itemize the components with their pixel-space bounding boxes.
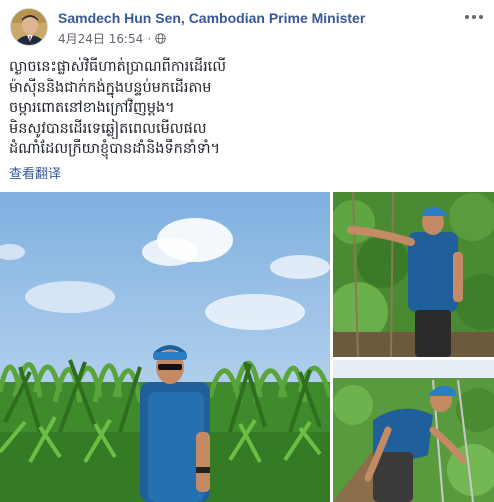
more-options-icon[interactable] bbox=[462, 8, 486, 26]
post-text: ល្ងាចនេះផ្លាស់វិធីហាត់ប្រាណពីការដើរលើ ម៉… bbox=[9, 57, 479, 160]
meta-separator: · bbox=[147, 31, 152, 46]
post-text-line: ដំណាំដែលក្រឹយាខ្ញុំបានដាំនិងទឹកនាំទាំ។ bbox=[9, 141, 221, 157]
post-text-line: ចម្ការពោតនៅខាងក្រៅវិញម្តង។ bbox=[9, 100, 175, 116]
post-text-line: ល្ងាចនេះផ្លាស់វិធីហាត់ប្រាណពីការដើរលើ bbox=[9, 59, 227, 75]
globe-icon[interactable] bbox=[155, 33, 166, 44]
post-timestamp[interactable]: 4月24日 16:54 bbox=[58, 30, 143, 47]
post-meta: 4月24日 16:54 · bbox=[58, 30, 166, 47]
see-translation-link[interactable]: 查看翻译 bbox=[9, 163, 61, 182]
avatar[interactable] bbox=[10, 8, 48, 46]
garden-photo-top[interactable] bbox=[333, 192, 494, 357]
cornfield-photo[interactable] bbox=[0, 192, 330, 502]
post-text-line: មិនសូវបានដើរទេឆ្លៀតពេលមើលផល bbox=[9, 120, 207, 137]
author-name[interactable]: Samdech Hun Sen, Cambodian Prime Ministe… bbox=[58, 10, 365, 26]
post-text-line: ម៉ាស៊ីននិងជាក់កង់ក្នុងបន្ទប់មកដើរតាម bbox=[9, 79, 212, 96]
garden-photo-bottom[interactable] bbox=[333, 360, 494, 502]
post-header: Samdech Hun Sen, Cambodian Prime Ministe… bbox=[8, 6, 486, 48]
